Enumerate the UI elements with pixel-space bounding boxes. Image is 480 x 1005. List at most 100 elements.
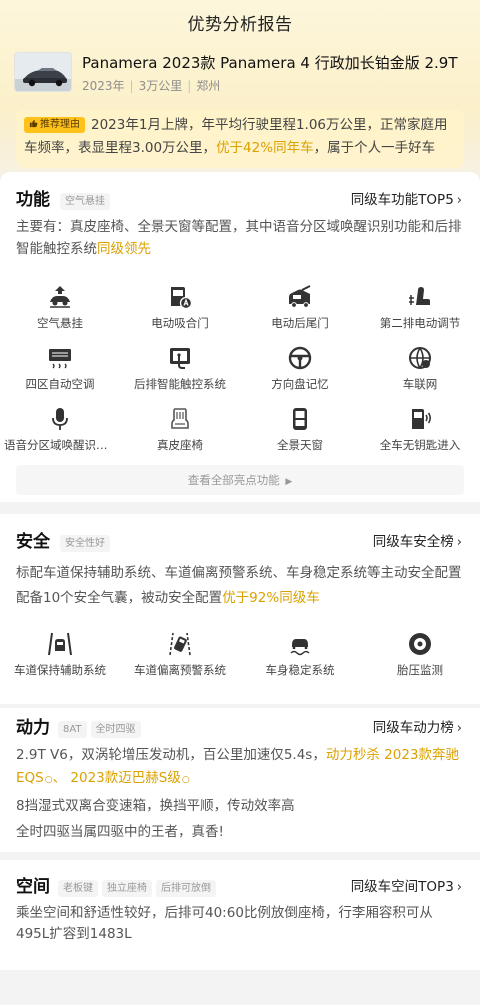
feature-item[interactable]: 电动吸合门 xyxy=(120,284,240,345)
space-tag: 独立座椅 xyxy=(102,880,152,897)
safety-desc: 标配车道保持辅助系统、车道偏离预警系统、车身稳定系统等主动安全配置 配备10个安… xyxy=(0,561,480,611)
safety-title: 安全 xyxy=(16,532,50,552)
safety-desc-highlight: 优于92%同级车 xyxy=(222,590,320,606)
safety-tag: 安全性好 xyxy=(60,535,110,552)
panoramic-sunroof-icon xyxy=(293,408,307,430)
feature-item[interactable]: 第二排电动调节 xyxy=(360,284,480,345)
feature-label: 四区自动空调 xyxy=(25,377,95,391)
function-tags: 空气悬挂 xyxy=(60,189,114,210)
feature-item[interactable]: 真皮座椅 xyxy=(120,406,240,467)
safety-item[interactable]: 车道偏离预警系统 xyxy=(120,631,240,691)
space-title: 空间 xyxy=(16,877,50,897)
space-desc: 乘坐空间和舒适性较好，后排可40:60比例放倒座椅，行李厢容积可从495L扩容到… xyxy=(16,905,433,942)
safety-desc-2-row: 配备10个安全气囊，被动安全配置优于92%同级车 xyxy=(16,586,464,611)
feature-label: 语音分区域唤醒识别功能 xyxy=(4,438,120,452)
car-year: 2023年 xyxy=(82,79,125,93)
feature-item[interactable]: 语音分区域唤醒识别功能 xyxy=(0,406,120,467)
view-all-features-button[interactable]: 查看全部亮点功能 ▶ xyxy=(16,465,464,495)
space-tags: 老板键 独立座椅 后排可放倒 xyxy=(58,876,220,897)
feature-grid: 空气悬挂 电动吸合门 电动后尾门 第二排电动调节 四区自动空调 后排智能触控系统… xyxy=(0,284,480,467)
safety-grid: 车道保持辅助系统 车道偏离预警系统 车身稳定系统 胎压监测 xyxy=(0,631,480,691)
power-desc-1-row: 2.9T V6，双涡轮增压发动机，百公里加速仅5.4s，动力秒杀 2023款奔驰… xyxy=(16,744,464,792)
lane-departure-icon xyxy=(169,632,191,656)
power-desc-3: 全时四驱当属四驱中的王者，真香! xyxy=(16,824,224,840)
header-area: 优势分析报告 Panamera 2023款 Panamera 4 行政加长铂金版… xyxy=(0,0,480,180)
feature-label: 全景天窗 xyxy=(277,438,323,452)
feature-item[interactable]: 四区自动空调 xyxy=(0,345,120,406)
safety-label: 胎压监测 xyxy=(397,663,443,677)
space-top3-link[interactable]: 同级车空间TOP3 › xyxy=(351,875,462,895)
feature-label: 电动吸合门 xyxy=(151,316,209,330)
recommend-badge-label: 推荐理由 xyxy=(40,119,80,130)
space-tag: 老板键 xyxy=(58,880,98,897)
power-desc-highlight: 动力秒杀 xyxy=(325,747,380,763)
leather-seat-icon xyxy=(171,408,189,429)
steering-wheel-memory-icon xyxy=(288,346,312,370)
compare-car-link-2[interactable]: 2023款迈巴赫S级○ xyxy=(70,770,189,786)
feature-item[interactable]: 电动后尾门 xyxy=(240,284,360,345)
chevron-right-icon: › xyxy=(456,880,462,895)
feature-item[interactable]: 车联网 xyxy=(360,345,480,406)
function-desc: 主要有：真皮座椅、全景天窗等配置，其中语音分区域唤醒识别功能和后排智能触控系统同… xyxy=(0,216,480,260)
power-tags: 8AT 全时四驱 xyxy=(58,717,145,738)
search-icon: ○ xyxy=(181,775,190,785)
second-row-seat-icon xyxy=(409,287,430,305)
power-tag: 8AT xyxy=(58,721,87,738)
feature-item[interactable]: 全车无钥匙进入 xyxy=(360,406,480,467)
function-top5-link[interactable]: 同级车功能TOP5 › xyxy=(351,188,462,208)
feature-label: 真皮座椅 xyxy=(157,438,203,452)
safety-item[interactable]: 车身稳定系统 xyxy=(240,631,360,691)
compare-car-2: 2023款迈巴赫S级 xyxy=(70,770,181,786)
feature-label: 后排智能触控系统 xyxy=(134,377,226,391)
feature-label: 第二排电动调节 xyxy=(379,316,461,330)
power-rank-link[interactable]: 同级车动力榜 › xyxy=(373,716,462,736)
feature-item[interactable]: 全景天窗 xyxy=(240,406,360,467)
tire-pressure-icon xyxy=(409,633,431,655)
view-all-label: 查看全部亮点功能 xyxy=(187,473,280,487)
car-mileage: 3万公里 xyxy=(138,79,183,93)
feature-label: 车联网 xyxy=(402,377,438,391)
reason-highlight: 优于42%同年车 xyxy=(216,140,314,156)
power-card: 动力 8AT 全时四驱 同级车动力榜 › 2.9T V6，双涡轮增压发动机，百公里加… xyxy=(0,708,480,852)
feature-item[interactable]: 后排智能触控系统 xyxy=(120,345,240,406)
car-meta: 2023年 | 3万公里 | 郑州 xyxy=(82,79,221,93)
thumbs-up-icon xyxy=(29,119,38,128)
space-card: 空间 老板键 独立座椅 后排可放倒 同级车空间TOP3 › 乘坐空间和舒适性较好，后排… xyxy=(0,860,480,970)
power-desc-1: 2.9T V6，双涡轮增压发动机，百公里加速仅5.4s， xyxy=(16,747,326,763)
safety-label: 车身稳定系统 xyxy=(265,663,335,677)
safety-label: 车道保持辅助系统 xyxy=(14,663,106,677)
power-desc-2: 8挡湿式双离合变速箱，换挡平顺，传动效率高 xyxy=(16,798,295,814)
car-photo-icon xyxy=(15,53,71,91)
reason-text-2: ，属于个人一手好车 xyxy=(313,140,436,156)
function-top5-label: 同级车功能TOP5 xyxy=(350,192,454,208)
safety-rank-link[interactable]: 同级车安全榜 › xyxy=(373,530,462,550)
safety-label: 车道偏离预警系统 xyxy=(134,663,226,677)
connected-car-icon xyxy=(409,347,431,369)
recommend-badge: 推荐理由 xyxy=(24,117,85,133)
chevron-right-icon: › xyxy=(456,535,462,550)
safety-item[interactable]: 胎压监测 xyxy=(360,631,480,691)
soft-close-door-icon xyxy=(171,287,193,310)
power-rank-label: 同级车动力榜 xyxy=(372,720,454,736)
safety-item[interactable]: 车道保持辅助系统 xyxy=(0,631,120,691)
car-title: Panamera 2023款 Panamera 4 行政加长铂金版 2.9T xyxy=(82,54,458,72)
power-tailgate-icon xyxy=(289,285,311,308)
feature-label: 电动后尾门 xyxy=(271,316,329,330)
feature-item[interactable]: 空气悬挂 xyxy=(0,284,120,345)
space-tag: 后排可放倒 xyxy=(156,880,216,897)
voice-zone-icon xyxy=(52,408,68,430)
function-tag: 空气悬挂 xyxy=(60,193,110,210)
power-tag: 全时四驱 xyxy=(90,721,141,738)
safety-desc-1: 标配车道保持辅助系统、车道偏离预警系统、车身稳定系统等主动安全配置 xyxy=(16,565,462,581)
power-desc: 2.9T V6，双涡轮增压发动机，百公里加速仅5.4s，动力秒杀 2023款奔驰… xyxy=(0,744,480,844)
four-zone-ac-icon xyxy=(49,349,71,369)
feature-item[interactable]: 方向盘记忆 xyxy=(240,345,360,406)
car-image[interactable] xyxy=(14,52,72,92)
feature-label: 全车无钥匙进入 xyxy=(379,438,461,452)
function-desc-text: 主要有：真皮座椅、全景天窗等配置，其中语音分区域唤醒识别功能和后排智能触控系统 xyxy=(16,219,462,257)
space-top3-label: 同级车空间TOP3 xyxy=(350,879,454,895)
air-suspension-icon xyxy=(50,286,70,308)
keyless-entry-icon xyxy=(412,409,432,429)
lane-keep-icon xyxy=(48,632,72,656)
feature-label: 空气悬挂 xyxy=(37,316,83,330)
